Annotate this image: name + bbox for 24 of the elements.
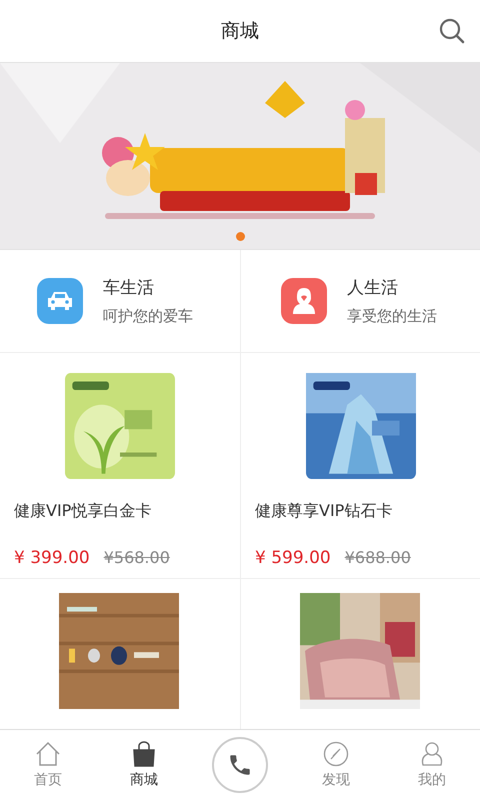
product-price: ¥ 399.00 [14, 548, 90, 568]
nav-tab[interactable]: 发现 [322, 737, 350, 793]
home-icon [35, 741, 61, 767]
product-title: 健康尊享VIP钻石卡 [255, 501, 394, 522]
nav-tab[interactable]: 首页 [34, 737, 62, 793]
car-icon[interactable] [37, 278, 83, 324]
product-card[interactable]: 健康VIP悦享白金卡 ¥ 399.00 ¥568.00 [0, 353, 240, 579]
category-title: 车生活 [103, 277, 155, 299]
category-subtitle: 享受您的生活 [347, 307, 437, 326]
shopping-bag-icon [131, 741, 157, 767]
user-icon [419, 741, 445, 767]
search-icon [438, 17, 466, 45]
person-icon[interactable] [281, 278, 327, 324]
original-price: ¥568.00 [104, 548, 170, 567]
product-title: 健康VIP悦享白金卡 [14, 501, 152, 522]
original-price: ¥688.00 [344, 548, 411, 567]
product-card[interactable]: 健康尊享VIP钻石卡 ¥ 599.00 ¥688.00 [240, 353, 480, 579]
compass-icon [323, 741, 349, 767]
nav-tab[interactable]: 商城 [130, 737, 158, 793]
page-title: 商城 [221, 19, 259, 44]
product-price: ¥ 599.00 [255, 548, 331, 568]
nav-tab[interactable]: 我的 [418, 737, 446, 793]
category-subtitle: 呵护您的爱车 [103, 307, 193, 326]
category-title: 人生活 [347, 277, 399, 299]
